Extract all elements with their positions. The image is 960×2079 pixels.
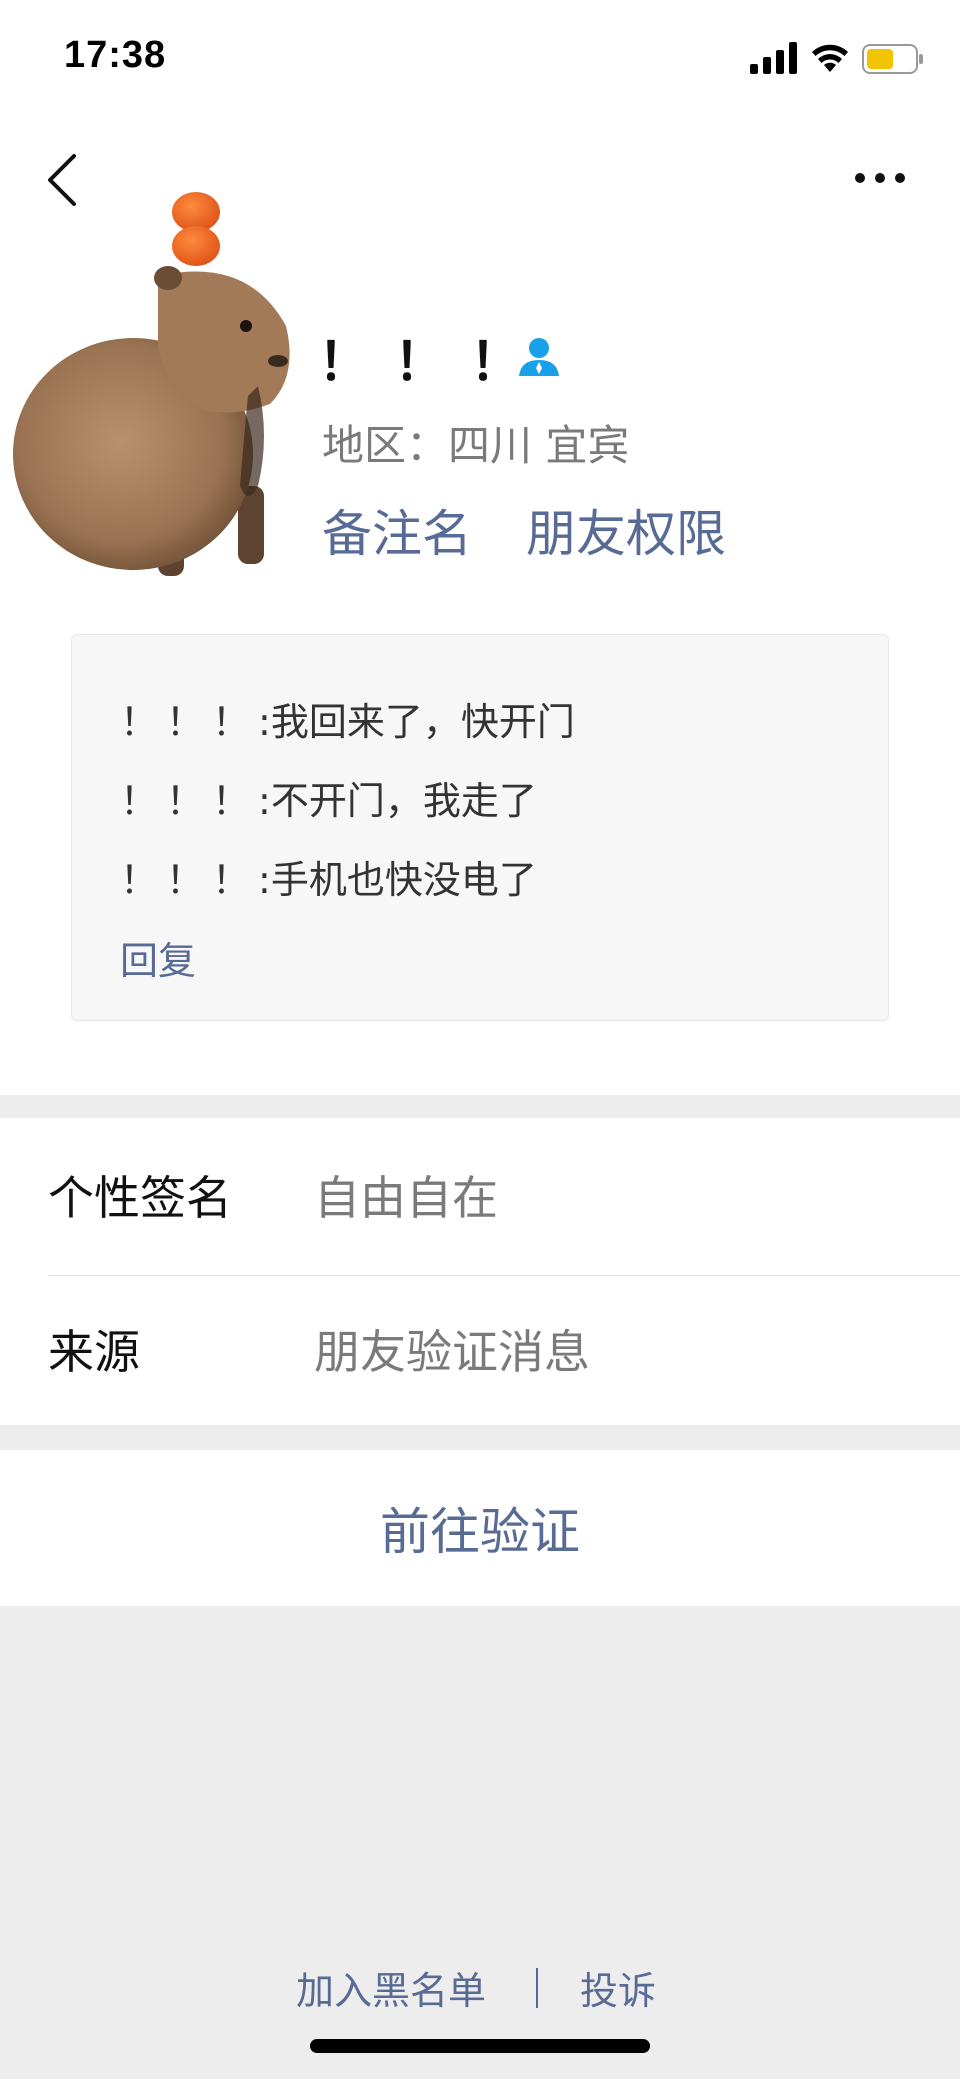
wifi-icon <box>812 44 848 72</box>
source-label: 来源 <box>48 1324 140 1379</box>
contact-person-icon <box>519 338 559 376</box>
friend-permission-link[interactable]: 朋友权限 <box>526 494 726 566</box>
signature-value: 自由自在 <box>314 1170 498 1225</box>
signature-row: 个性签名 自由自在 <box>0 1118 960 1271</box>
status-bar: 17:38 <box>0 0 960 120</box>
source-value: 朋友验证消息 <box>314 1324 590 1379</box>
message-text: 手机也快没电了 <box>270 858 537 902</box>
source-row: 来源 朋友验证消息 <box>0 1272 960 1425</box>
message-sender: ！！！ <box>120 858 259 902</box>
message-text: 不开门，我走了 <box>270 779 537 823</box>
signature-label: 个性签名 <box>48 1170 232 1225</box>
message-text: 我回来了，快开门 <box>270 700 575 744</box>
message-sender: ！！！ <box>120 700 259 744</box>
message-separator: : <box>258 858 271 902</box>
message-separator: : <box>258 779 271 823</box>
status-time: 17:38 <box>64 34 167 76</box>
more-options-button[interactable] <box>850 160 910 196</box>
footer-divider <box>536 1968 538 2008</box>
footer-links: 加入黑名单 投诉 <box>0 1960 960 2020</box>
remark-name-link[interactable]: 备注名 <box>322 494 472 566</box>
info-list: 个性签名 自由自在 来源 朋友验证消息 <box>0 1118 960 1425</box>
avatar[interactable] <box>8 186 298 586</box>
reply-link[interactable]: 回复 <box>120 930 196 985</box>
region-text: 地区：四川 宜宾 <box>322 421 630 470</box>
row-divider <box>48 1275 960 1276</box>
verification-messages-box: ！！！:我回来了，快开门 ！！！:不开门，我走了 ！！！:手机也快没电了 回复 <box>71 634 889 1021</box>
message-sender: ！！！ <box>120 779 259 823</box>
add-to-blacklist-link[interactable]: 加入黑名单 <box>296 1960 486 2015</box>
report-link[interactable]: 投诉 <box>580 1960 656 2015</box>
battery-icon <box>862 44 923 74</box>
action-section: 前往验证 <box>0 1450 960 1606</box>
home-indicator[interactable] <box>310 2039 650 2053</box>
nickname: ！！！ <box>318 333 547 393</box>
message-item: ！！！:手机也快没电了 <box>120 849 537 904</box>
cellular-signal-icon <box>750 42 797 74</box>
message-item: ！！！:我回来了，快开门 <box>120 691 575 746</box>
message-separator: : <box>258 700 271 744</box>
go-verify-button[interactable]: 前往验证 <box>0 1450 960 1606</box>
message-item: ！！！:不开门，我走了 <box>120 770 537 825</box>
